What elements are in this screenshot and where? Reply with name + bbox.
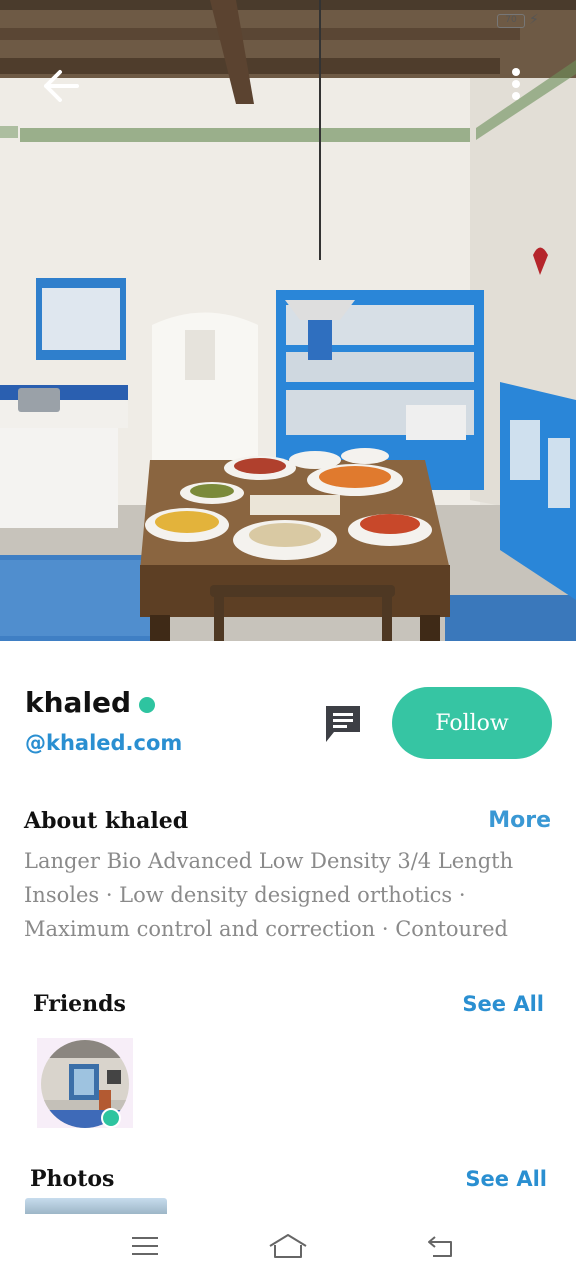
back-button[interactable] [36, 62, 84, 110]
arrow-left-icon [44, 70, 79, 102]
more-vertical-icon [512, 68, 520, 100]
friends-title: Friends [33, 991, 126, 1017]
friend-avatar[interactable] [37, 1038, 133, 1128]
friend-online-dot [101, 1108, 121, 1128]
photos-title: Photos [30, 1166, 115, 1192]
profile-handle[interactable]: @khaled.com [25, 731, 182, 755]
profile-name: khaled [25, 686, 132, 719]
charging-icon: ⚡ [529, 12, 539, 28]
more-options-button[interactable] [500, 60, 532, 108]
follow-button[interactable]: Follow [392, 687, 552, 759]
photos-see-all-link[interactable]: See All [465, 1167, 547, 1191]
about-text: Langer Bio Advanced Low Density 3/4 Leng… [24, 849, 514, 941]
nav-menu-button[interactable] [125, 1230, 165, 1262]
nav-home-button[interactable] [268, 1230, 308, 1262]
cover-photo: 70 ⚡ [0, 0, 576, 641]
menu-lines-icon [132, 1237, 158, 1255]
chat-bubble-icon [326, 706, 360, 742]
about-more-link[interactable]: More [488, 808, 551, 833]
about-title: About khaled [24, 808, 189, 834]
system-nav-bar [0, 1214, 576, 1280]
friends-see-all-link[interactable]: See All [462, 992, 544, 1016]
battery-indicator: 70 [497, 14, 525, 28]
home-icon [269, 1234, 307, 1258]
message-button[interactable] [320, 700, 366, 746]
online-status-dot [139, 697, 155, 713]
photo-thumbnail[interactable] [25, 1198, 167, 1214]
return-icon [428, 1236, 452, 1257]
nav-back-button[interactable] [420, 1230, 460, 1262]
